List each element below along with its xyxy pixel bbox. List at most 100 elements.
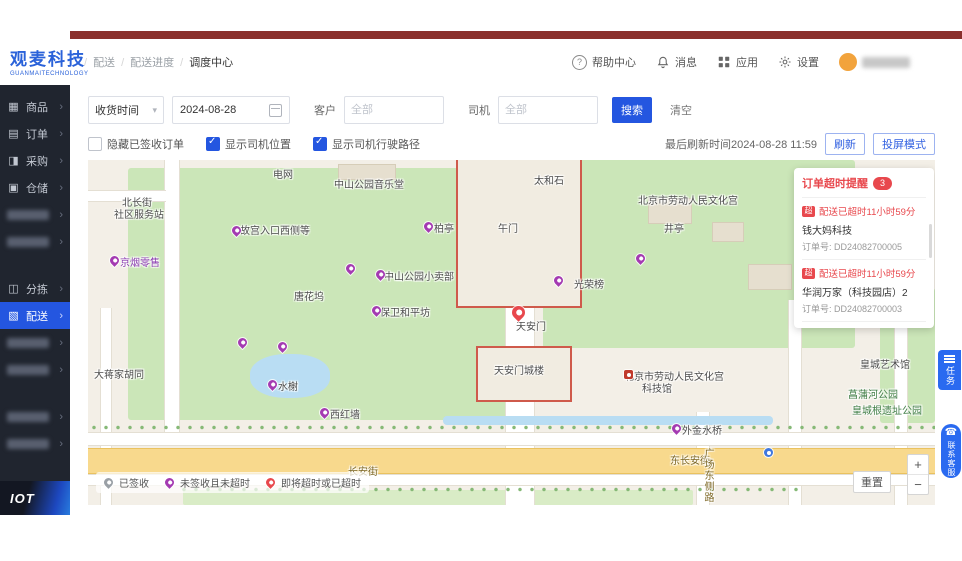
sidebar-item[interactable]: ◫ 分拣 <box>0 275 70 302</box>
zoom-out-button[interactable]: − <box>908 474 928 494</box>
settings-button[interactable]: 设置 <box>778 54 819 70</box>
chevron-right-icon <box>59 236 63 248</box>
date-picker[interactable]: 2024-08-28 <box>172 96 290 124</box>
order-timeout-item[interactable]: 剩 剩余0分 华润万家（科技园店）2 <box>802 321 926 328</box>
chevron-right-icon <box>59 101 63 113</box>
sidebar-item[interactable] <box>0 228 70 255</box>
sidebar-item[interactable] <box>0 356 70 383</box>
sidebar-item[interactable] <box>0 430 70 457</box>
help-center-button[interactable]: 帮助中心 <box>572 54 636 70</box>
map-label: 大蒋家胡同 <box>94 370 144 381</box>
timeout-status: 配送已超时11小时59分 <box>819 269 916 280</box>
help-icon <box>572 54 587 70</box>
chevron-right-icon <box>59 182 63 194</box>
customer-label: 客户 <box>314 105 336 117</box>
sidebar-menu: ▦ 商品 ▤ 订单 ◨ 采购 <box>0 85 70 457</box>
contact-support-button[interactable]: ☎ 联系客服 <box>941 424 961 478</box>
checkbox-label: 隐藏已签收订单 <box>107 139 184 151</box>
breadcrumb-item[interactable]: 配送进度 <box>121 54 174 70</box>
sidebar-item[interactable]: ▣ 仓储 <box>0 174 70 201</box>
sidebar-item-label: 订单 <box>26 128 48 141</box>
user-name-redacted <box>862 56 910 68</box>
task-drawer-tab[interactable]: 任务 <box>938 350 961 390</box>
customer-name: 华润万家（科技园店）2 <box>802 288 908 299</box>
chevron-right-icon <box>59 364 63 376</box>
sidebar-item[interactable] <box>0 403 70 430</box>
sidebar-item-icon: ◨ <box>8 155 19 167</box>
search-button[interactable]: 搜索 <box>612 97 652 123</box>
checkbox-box <box>88 137 102 151</box>
map-marker-pin[interactable] <box>108 254 121 267</box>
map-option-checkbox[interactable]: 隐藏已签收订单 <box>88 136 184 152</box>
map-label: 社区服务站 <box>114 210 164 221</box>
sidebar-item[interactable] <box>0 329 70 356</box>
map-label: 电网 <box>273 170 293 181</box>
refresh-button[interactable]: 刷新 <box>825 133 865 155</box>
sidebar-item[interactable]: ▤ 订单 <box>0 120 70 147</box>
map-label: 西红墙 <box>330 410 360 421</box>
map-marker-pin[interactable] <box>624 370 633 379</box>
sidebar-item-icon: ▧ <box>8 310 19 322</box>
chevron-right-icon <box>59 209 63 221</box>
checkbox-label: 显示司机位置 <box>225 139 291 151</box>
clear-button[interactable]: 清空 <box>664 101 698 119</box>
sidebar-iot-badge[interactable]: IOT <box>0 481 80 515</box>
timeout-status: 配送已超时11小时59分 <box>819 207 916 218</box>
map-label: 外金水桥 <box>682 426 722 437</box>
user-account[interactable] <box>839 53 910 71</box>
message-label: 消息 <box>675 57 697 69</box>
map-label: 北京市劳动人民文化宫 <box>624 372 724 383</box>
sidebar-item[interactable]: ◨ 采购 <box>0 147 70 174</box>
sidebar-item[interactable] <box>0 201 70 228</box>
toolbar-right: 最后刷新时间2024-08-28 11:59 刷新 投屏模式 <box>665 133 935 155</box>
map-canvas[interactable]: 电网 中山公园音乐堂 太和石 北京市劳动人民文化宫 午门 井亭 北长街 社区服务站 故宫入口西侧… <box>88 160 935 505</box>
apps-button[interactable]: 应用 <box>717 54 758 70</box>
map-label: 菖蒲河公园 <box>848 390 898 401</box>
logo-title: 观麦科技 <box>10 50 86 69</box>
sidebar-item[interactable]: ▧ 配送 <box>0 302 70 329</box>
map-option-checkbox[interactable]: 显示司机位置 <box>206 136 291 152</box>
map-marker-pin[interactable] <box>764 448 773 457</box>
order-timeout-item[interactable]: 超 配送已超时11小时59分 华润万家（科技园店）2 订单号: DD240827… <box>802 259 926 315</box>
map-jinshui-river <box>443 416 773 425</box>
logo-subtitle: GUANMAITECHNOLOGY <box>10 71 89 77</box>
order-timeout-title: 订单超时提醒 <box>802 178 868 190</box>
redacted-label <box>7 364 49 375</box>
map-option-checkbox[interactable]: 显示司机行驶路径 <box>313 136 420 152</box>
legend-label: 未签收且未超时 <box>180 479 250 490</box>
map-label: 天安门 <box>516 322 546 333</box>
chevron-right-icon <box>59 155 63 167</box>
message-button[interactable]: 消息 <box>656 54 697 70</box>
panel-scrollbar[interactable] <box>929 224 932 258</box>
chevron-right-icon <box>59 438 63 450</box>
chevron-right-icon <box>59 283 63 295</box>
zoom-in-button[interactable]: + <box>908 455 928 474</box>
legend-item: 未签收且未超时 <box>163 475 250 490</box>
chevron-down-icon <box>152 104 157 116</box>
sidebar-item-icon: ▤ <box>8 128 19 140</box>
chevron-right-icon <box>59 411 63 423</box>
help-label: 帮助中心 <box>592 57 636 69</box>
timeout-tag: 超 <box>802 267 815 279</box>
order-timeout-item[interactable]: 超 配送已超时11小时59分 钱大妈科技 订单号: DD24082700005 <box>802 197 926 253</box>
order-timeout-panel: 订单超时提醒 3 超 配送已超时11小时59分 钱大妈科技 订单号: DD240… <box>794 168 934 328</box>
order-number: 订单号: DD24082700003 <box>802 304 903 314</box>
customer-input[interactable] <box>344 96 444 124</box>
sidebar-item[interactable]: ▦ 商品 <box>0 93 70 120</box>
cast-mode-button[interactable]: 投屏模式 <box>873 133 935 155</box>
redacted-label <box>7 411 49 422</box>
breadcrumb-item[interactable]: 配送 <box>84 54 115 70</box>
map-label: 井亭 <box>664 224 684 235</box>
map-label: 水榭 <box>278 382 298 393</box>
top-red-strip <box>70 31 962 39</box>
driver-input[interactable] <box>498 96 598 124</box>
map-label: 保卫和平坊 <box>380 308 430 319</box>
gear-icon <box>779 56 791 68</box>
receive-time-select[interactable]: 收货时间 <box>88 96 164 124</box>
map-building <box>712 222 744 242</box>
map-reset-button[interactable]: 重置 <box>853 471 891 493</box>
redacted-label <box>7 337 49 348</box>
breadcrumb-item[interactable]: 调度中心 <box>180 54 233 70</box>
legend-pin-icon <box>163 476 176 489</box>
sidebar-item-icon: ▣ <box>8 182 19 194</box>
